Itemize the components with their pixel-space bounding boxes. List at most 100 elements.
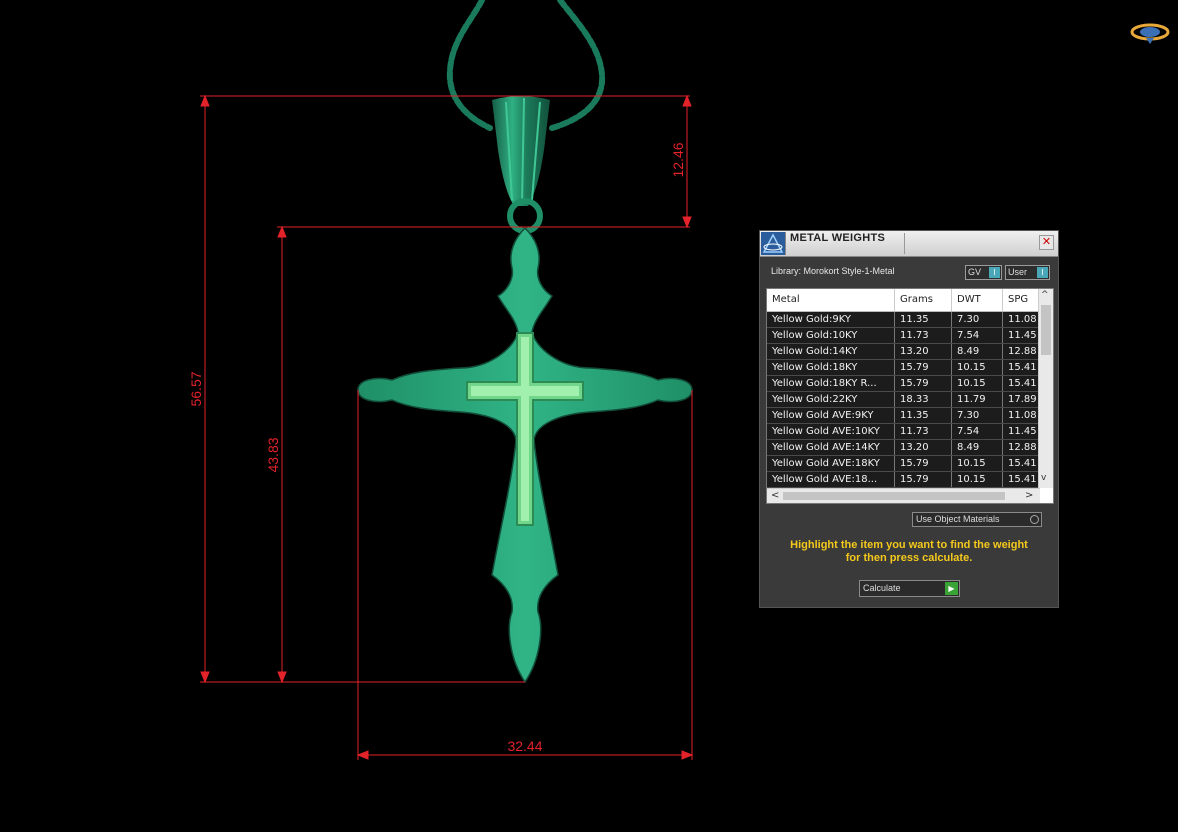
cell-dwt: 10.15	[952, 376, 1003, 391]
user-toggle[interactable]: User I	[1005, 265, 1050, 280]
table-row[interactable]: Yellow Gold:18KY 15.79 10.15 15.41	[767, 360, 1039, 376]
table-row[interactable]: Yellow Gold AVE:18KY 15.79 10.15 15.41	[767, 456, 1039, 472]
scroll-right-icon[interactable]: >	[1025, 490, 1033, 501]
cell-grams: 11.35	[895, 312, 952, 327]
cell-metal: Yellow Gold:9KY	[767, 312, 895, 327]
calculate-label: Calculate	[863, 583, 901, 593]
cell-metal: Yellow Gold AVE:9KY	[767, 408, 895, 423]
column-header-spg[interactable]: SPG	[1003, 289, 1043, 311]
use-object-materials-label: Use Object Materials	[916, 514, 1000, 524]
vertical-scroll-thumb[interactable]	[1041, 305, 1051, 355]
table-row[interactable]: Yellow Gold:9KY 11.35 7.30 11.08	[767, 312, 1039, 328]
cell-metal: Yellow Gold AVE:18KY	[767, 456, 895, 471]
column-header-metal[interactable]: Metal	[767, 289, 895, 311]
user-toggle-indicator: I	[1037, 267, 1048, 278]
close-icon: ✕	[1041, 235, 1052, 248]
table-header: Metal Grams DWT SPG	[767, 289, 1039, 312]
title-tab-divider	[904, 233, 905, 254]
cell-spg: 15.41	[1008, 458, 1037, 469]
cell-grams: 15.79	[895, 376, 952, 391]
cell-metal: Yellow Gold:10KY	[767, 328, 895, 343]
panel-title: METAL WEIGHTS	[790, 232, 886, 244]
orbit-logo-icon	[1130, 23, 1170, 44]
cell-grams: 13.20	[895, 440, 952, 455]
gv-toggle-label: GV	[968, 267, 982, 277]
cell-grams: 11.73	[895, 328, 952, 343]
radio-icon	[1030, 515, 1039, 524]
cell-dwt: 10.15	[952, 472, 1003, 487]
cell-grams: 11.35	[895, 408, 952, 423]
table-row[interactable]: Yellow Gold AVE:10KY 11.73 7.54 11.45	[767, 424, 1039, 440]
cell-metal: Yellow Gold:22KY	[767, 392, 895, 407]
cell-spg: 11.08	[1008, 410, 1037, 421]
cell-spg: 11.45	[1008, 426, 1037, 437]
cell-dwt: 8.49	[952, 344, 1003, 359]
library-label: Library: Morokort Style-1-Metal	[771, 266, 895, 276]
gv-toggle-indicator: I	[989, 267, 1000, 278]
cell-metal: Yellow Gold:14KY	[767, 344, 895, 359]
table-row[interactable]: Yellow Gold AVE:18... 15.79 10.15 15.41	[767, 472, 1039, 488]
table-row[interactable]: Yellow Gold:14KY 13.20 8.49 12.88	[767, 344, 1039, 360]
cell-grams: 13.20	[895, 344, 952, 359]
dimension-lines	[200, 94, 694, 760]
cell-grams: 18.33	[895, 392, 952, 407]
table-row[interactable]: Yellow Gold AVE:9KY 11.35 7.30 11.08	[767, 408, 1039, 424]
cell-metal: Yellow Gold AVE:18...	[767, 472, 895, 487]
instruction-line-1: Highlight the item you want to find the …	[790, 539, 1028, 551]
cell-spg: 11.45	[1008, 330, 1037, 341]
cell-dwt: 7.54	[952, 328, 1003, 343]
cell-grams: 11.73	[895, 424, 952, 439]
user-toggle-label: User	[1008, 267, 1028, 277]
cell-grams: 15.79	[895, 472, 952, 487]
metal-table: Metal Grams DWT SPG Yellow Gold:9KY 11.35…	[766, 288, 1054, 504]
cell-spg: 15.41	[1008, 474, 1037, 485]
pendant-bail	[492, 96, 550, 234]
cell-dwt: 10.15	[952, 456, 1003, 471]
scroll-up-icon[interactable]: ^	[1041, 290, 1049, 300]
cell-dwt: 7.30	[952, 408, 1003, 423]
cell-spg: 17.89	[1008, 394, 1037, 405]
dim-width: 32.44	[507, 738, 542, 754]
table-row[interactable]: Yellow Gold:22KY 18.33 11.79 17.89	[767, 392, 1039, 408]
cell-grams: 15.79	[895, 360, 952, 375]
table-row[interactable]: Yellow Gold AVE:14KY 13.20 8.49 12.88	[767, 440, 1039, 456]
cell-spg: 15.41	[1008, 362, 1037, 373]
close-button[interactable]: ✕	[1039, 235, 1054, 250]
cell-dwt: 10.15	[952, 360, 1003, 375]
cell-dwt: 8.49	[952, 440, 1003, 455]
dim-total-height: 56.57	[188, 371, 204, 406]
horizontal-scrollbar[interactable]: < >	[767, 488, 1040, 503]
cell-spg: 12.88	[1008, 346, 1037, 357]
cell-spg: 11.08	[1008, 314, 1037, 325]
instruction-text: Highlight the item you want to find the …	[770, 539, 1048, 565]
table-row[interactable]: Yellow Gold:10KY 11.73 7.54 11.45	[767, 328, 1039, 344]
dim-body-height: 43.83	[265, 437, 281, 472]
metal-weights-panel: METAL WEIGHTS ✕ Library: Morokort Style-…	[759, 230, 1059, 608]
app-logo-icon	[761, 232, 786, 255]
cell-spg: 15.41	[1008, 378, 1037, 389]
cell-grams: 15.79	[895, 456, 952, 471]
scroll-down-icon[interactable]: v	[1041, 473, 1046, 483]
horizontal-scroll-thumb[interactable]	[783, 492, 1005, 500]
cell-metal: Yellow Gold:18KY R...	[767, 376, 895, 391]
table-rows: Yellow Gold:9KY 11.35 7.30 11.08 Yellow Gold…	[767, 312, 1039, 488]
table-row[interactable]: Yellow Gold:18KY R... 15.79 10.15 15.41	[767, 376, 1039, 392]
panel-titlebar[interactable]: METAL WEIGHTS ✕	[760, 231, 1058, 257]
cell-dwt: 11.79	[952, 392, 1003, 407]
use-object-materials-option[interactable]: Use Object Materials	[912, 512, 1042, 527]
vertical-scrollbar[interactable]: ^ v	[1038, 289, 1053, 488]
cross-pendant	[357, 226, 693, 684]
cell-spg: 12.88	[1008, 442, 1037, 453]
scroll-left-icon[interactable]: <	[771, 490, 779, 501]
gv-toggle[interactable]: GV I	[965, 265, 1002, 280]
cell-metal: Yellow Gold AVE:10KY	[767, 424, 895, 439]
cell-dwt: 7.30	[952, 312, 1003, 327]
cell-metal: Yellow Gold AVE:14KY	[767, 440, 895, 455]
column-header-grams[interactable]: Grams	[895, 289, 952, 311]
play-arrow-icon: ▶	[945, 582, 958, 595]
dim-bail-height: 12.46	[670, 142, 686, 177]
calculate-button[interactable]: Calculate ▶	[859, 580, 960, 597]
column-header-dwt[interactable]: DWT	[952, 289, 1003, 311]
cell-dwt: 7.54	[952, 424, 1003, 439]
cell-metal: Yellow Gold:18KY	[767, 360, 895, 375]
